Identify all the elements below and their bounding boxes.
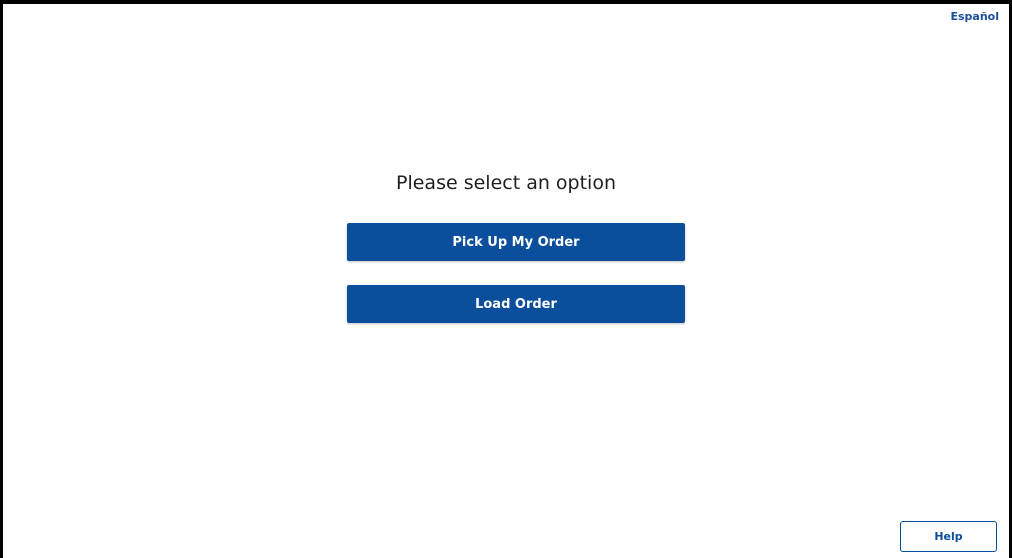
page-title: Please select an option — [396, 172, 616, 194]
pick-up-my-order-button[interactable]: Pick Up My Order — [347, 223, 685, 261]
kiosk-screen: Español Please select an option Pick Up … — [0, 0, 1012, 558]
help-button[interactable]: Help — [900, 521, 997, 552]
language-toggle-link[interactable]: Español — [950, 10, 999, 23]
load-order-button[interactable]: Load Order — [347, 285, 685, 323]
